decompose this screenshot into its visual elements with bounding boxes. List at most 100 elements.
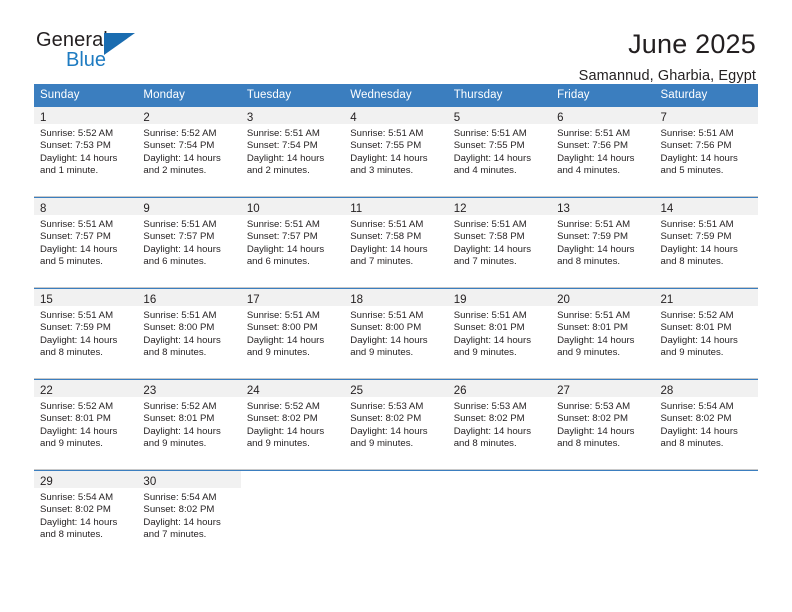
day-number-bar: 28 <box>654 380 758 397</box>
day-number: 7 <box>660 112 667 124</box>
daylight-duration-line2: and 7 minutes. <box>453 256 517 268</box>
day-sun-info: Sunrise: 5:52 AM Sunset: 7:54 PM Daylight:… <box>137 124 240 178</box>
day-number-bar: 24 <box>240 380 345 397</box>
day-number: 28 <box>660 385 674 397</box>
weekday-header-saturday: Saturday <box>660 89 708 101</box>
day-number-bar: 13 <box>551 198 655 215</box>
day-number-bar: 15 <box>34 289 138 306</box>
general-blue-logo[interactable]: General Blue <box>36 28 144 76</box>
calendar-day-cell[interactable]: 4 Sunrise: 5:51 AM Sunset: 7:55 PM Daylight… <box>344 107 448 196</box>
calendar-day-cell[interactable]: 29 Sunrise: 5:54 AM Sunset: 8:02 PM Dayligh… <box>34 471 138 560</box>
daylight-duration-line1: Daylight: 14 hours <box>453 243 532 255</box>
day-number: 8 <box>40 203 47 215</box>
sunset-time: Sunset: 7:57 PM <box>143 231 215 243</box>
calendar-day-cell[interactable]: 5 Sunrise: 5:51 AM Sunset: 7:55 PM Daylight… <box>447 107 552 196</box>
calendar-day-cell[interactable]: 20 Sunrise: 5:51 AM Sunset: 8:01 PM Dayligh… <box>551 289 655 378</box>
daylight-duration-line2: and 2 minutes. <box>143 165 207 177</box>
calendar-day-cell[interactable]: 19 Sunrise: 5:51 AM Sunset: 8:01 PM Dayligh… <box>447 289 552 378</box>
calendar-day-cell[interactable]: 28 Sunrise: 5:54 AM Sunset: 8:02 PM Dayligh… <box>654 380 758 469</box>
day-number: 12 <box>453 203 467 215</box>
daylight-duration-line2: and 8 minutes. <box>40 529 103 541</box>
sunrise-time: Sunrise: 5:52 AM <box>40 128 114 139</box>
day-number: 22 <box>40 385 53 397</box>
calendar-day-cell[interactable]: 13 Sunrise: 5:51 AM Sunset: 7:59 PM Dayligh… <box>551 198 655 287</box>
day-number: 11 <box>350 203 363 215</box>
day-number: 6 <box>557 112 564 124</box>
sunrise-time: Sunrise: 5:51 AM <box>350 128 424 139</box>
sunrise-time: Sunrise: 5:53 AM <box>557 401 631 412</box>
day-number: 1 <box>40 112 47 124</box>
day-number-bar <box>551 471 655 488</box>
daylight-duration-line1: Daylight: 14 hours <box>350 334 428 346</box>
calendar-day-cell[interactable]: 2 Sunrise: 5:52 AM Sunset: 7:54 PM Daylight… <box>137 107 241 196</box>
calendar-day-cell[interactable]: 26 Sunrise: 5:53 AM Sunset: 8:02 PM Dayligh… <box>447 380 552 469</box>
daylight-duration-line1: Daylight: 14 hours <box>143 334 221 346</box>
sunrise-time: Sunrise: 5:51 AM <box>40 219 114 230</box>
calendar-day-cell[interactable]: 14 Sunrise: 5:51 AM Sunset: 7:59 PM Dayligh… <box>654 198 758 287</box>
day-sun-info <box>448 488 551 492</box>
day-number-bar: 21 <box>654 289 758 306</box>
calendar-day-cell[interactable]: 25 Sunrise: 5:53 AM Sunset: 8:02 PM Dayligh… <box>344 380 448 469</box>
daylight-duration-line2: and 8 minutes. <box>557 256 621 268</box>
calendar-day-cell[interactable]: 10 Sunrise: 5:51 AM Sunset: 7:57 PM Dayligh… <box>240 198 345 287</box>
sunset-time: Sunset: 8:01 PM <box>557 322 629 334</box>
calendar-day-cell[interactable]: 30 Sunrise: 5:54 AM Sunset: 8:02 PM Dayligh… <box>137 471 241 560</box>
day-number-bar: 17 <box>240 289 345 306</box>
day-number-bar: 10 <box>240 198 345 215</box>
calendar-grid: Sunday Monday Tuesday Wednesday Thursday… <box>34 84 758 560</box>
sunrise-time: Sunrise: 5:54 AM <box>660 401 734 412</box>
calendar-day-cell[interactable]: 3 Sunrise: 5:51 AM Sunset: 7:54 PM Daylight… <box>240 107 345 196</box>
day-number: 26 <box>453 385 467 397</box>
calendar-day-cell[interactable]: 24 Sunrise: 5:52 AM Sunset: 8:02 PM Dayligh… <box>240 380 345 469</box>
daylight-duration-line2: and 9 minutes. <box>453 347 517 359</box>
sunset-time: Sunset: 7:56 PM <box>660 140 732 152</box>
calendar-day-cell[interactable]: 12 Sunrise: 5:51 AM Sunset: 7:58 PM Dayligh… <box>447 198 552 287</box>
daylight-duration-line2: and 8 minutes. <box>40 347 103 359</box>
day-number-bar: 11 <box>344 198 448 215</box>
calendar-weeks: 1 Sunrise: 5:52 AM Sunset: 7:53 PM Daylight… <box>34 107 758 560</box>
day-number-bar: 6 <box>551 107 655 124</box>
day-sun-info: Sunrise: 5:51 AM Sunset: 7:59 PM Daylight:… <box>655 215 758 269</box>
day-sun-info: Sunrise: 5:51 AM Sunset: 7:59 PM Daylight:… <box>34 306 137 360</box>
day-number: 10 <box>246 203 260 215</box>
calendar-day-cell[interactable]: 18 Sunrise: 5:51 AM Sunset: 8:00 PM Dayligh… <box>344 289 448 378</box>
daylight-duration-line2: and 5 minutes. <box>40 256 103 268</box>
day-number: 5 <box>453 112 461 124</box>
calendar-day-cell[interactable]: 1 Sunrise: 5:52 AM Sunset: 7:53 PM Daylight… <box>34 107 138 196</box>
calendar-day-cell[interactable]: 21 Sunrise: 5:52 AM Sunset: 8:01 PM Dayligh… <box>654 289 758 378</box>
sunrise-time: Sunrise: 5:52 AM <box>246 401 320 412</box>
day-number: 29 <box>40 476 53 488</box>
calendar-week-row: 22 Sunrise: 5:52 AM Sunset: 8:01 PM Dayligh… <box>34 379 758 470</box>
calendar-day-cell[interactable]: 22 Sunrise: 5:52 AM Sunset: 8:01 PM Dayligh… <box>34 380 138 469</box>
daylight-duration-line2: and 9 minutes. <box>350 347 414 359</box>
calendar-day-cell[interactable]: 8 Sunrise: 5:51 AM Sunset: 7:57 PM Daylight… <box>34 198 138 287</box>
calendar-day-cell[interactable]: 15 Sunrise: 5:51 AM Sunset: 7:59 PM Dayligh… <box>34 289 138 378</box>
day-number: 16 <box>143 294 157 306</box>
sunset-time: Sunset: 8:02 PM <box>246 413 318 425</box>
calendar-day-cell-empty <box>344 471 448 560</box>
sunrise-time: Sunrise: 5:51 AM <box>40 310 114 321</box>
calendar-day-cell[interactable]: 23 Sunrise: 5:52 AM Sunset: 8:01 PM Dayligh… <box>137 380 241 469</box>
calendar-day-cell[interactable]: 27 Sunrise: 5:53 AM Sunset: 8:02 PM Dayligh… <box>551 380 655 469</box>
daylight-duration-line1: Daylight: 14 hours <box>143 425 221 437</box>
day-sun-info: Sunrise: 5:52 AM Sunset: 8:01 PM Daylight:… <box>34 397 137 451</box>
day-number-bar <box>344 471 448 488</box>
day-sun-info: Sunrise: 5:51 AM Sunset: 8:01 PM Daylight:… <box>551 306 654 360</box>
daylight-duration-line1: Daylight: 14 hours <box>660 334 738 346</box>
calendar-day-cell[interactable]: 6 Sunrise: 5:51 AM Sunset: 7:56 PM Daylight… <box>551 107 655 196</box>
calendar-week-row: 15 Sunrise: 5:51 AM Sunset: 7:59 PM Dayligh… <box>34 288 758 379</box>
calendar-day-cell[interactable]: 7 Sunrise: 5:51 AM Sunset: 7:56 PM Daylight… <box>654 107 758 196</box>
calendar-day-cell[interactable]: 17 Sunrise: 5:51 AM Sunset: 8:00 PM Dayligh… <box>240 289 345 378</box>
calendar-day-cell[interactable]: 11 Sunrise: 5:51 AM Sunset: 7:58 PM Dayligh… <box>344 198 448 287</box>
daylight-duration-line2: and 6 minutes. <box>143 256 207 268</box>
day-number-bar: 18 <box>344 289 448 306</box>
daylight-duration-line1: Daylight: 14 hours <box>246 425 325 437</box>
sunrise-time: Sunrise: 5:51 AM <box>557 219 631 230</box>
sunset-time: Sunset: 8:02 PM <box>350 413 422 425</box>
day-number-bar: 9 <box>137 198 241 215</box>
calendar-day-cell[interactable]: 16 Sunrise: 5:51 AM Sunset: 8:00 PM Dayligh… <box>137 289 241 378</box>
sunset-time: Sunset: 7:54 PM <box>246 140 318 152</box>
day-number-bar: 26 <box>447 380 552 397</box>
calendar-day-cell[interactable]: 9 Sunrise: 5:51 AM Sunset: 7:57 PM Daylight… <box>137 198 241 287</box>
day-number-bar <box>240 471 345 488</box>
